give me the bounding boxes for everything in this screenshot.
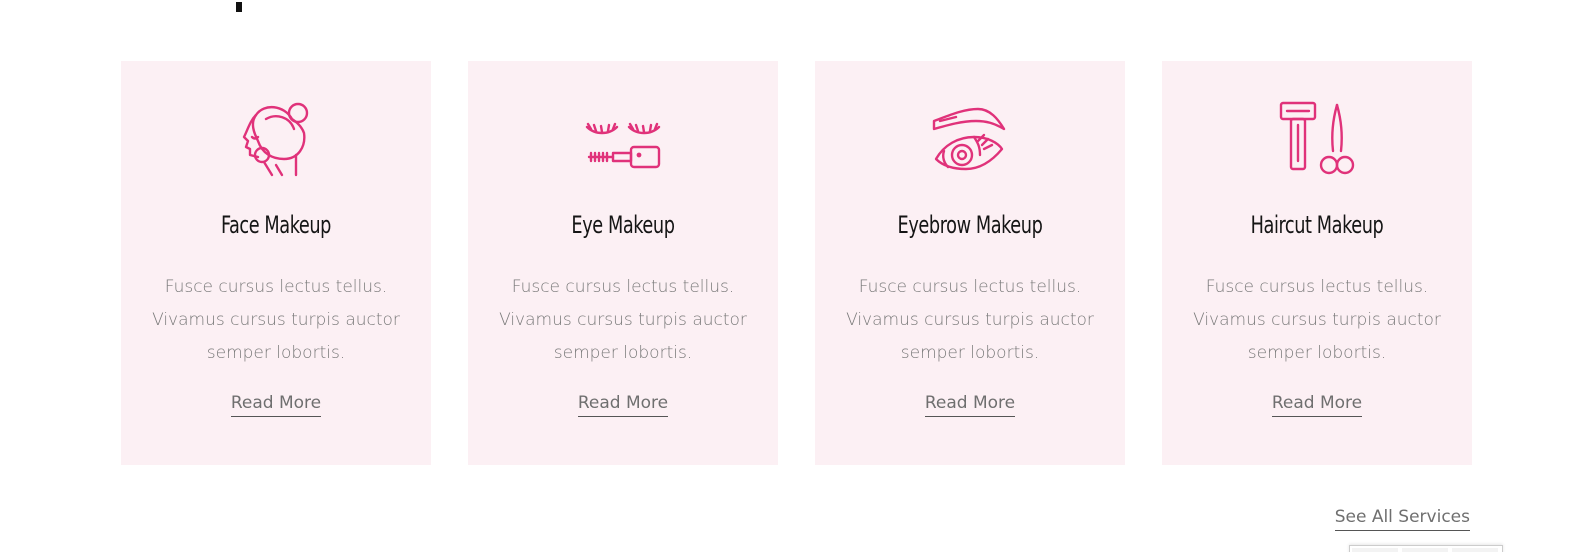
description-line: semper lobortis. xyxy=(206,343,346,363)
see-all-services-link[interactable]: See All Services xyxy=(1334,507,1470,531)
section-title-fragment xyxy=(232,0,256,23)
service-cards: Face Makeup Fusce cursus lectus tellus. … xyxy=(121,61,1472,465)
services-section: Face Makeup Fusce cursus lectus tellus. … xyxy=(0,0,1594,552)
description-line: Fusce cursus lectus tellus. xyxy=(164,277,388,297)
service-card-title: Haircut Makeup xyxy=(1250,211,1384,239)
description-line: Fusce cursus lectus tellus. xyxy=(858,277,1082,297)
service-card-description: Fusce cursus lectus tellus. Vivamus curs… xyxy=(1192,271,1442,370)
service-card-eyebrow-makeup: Eyebrow Makeup Fusce cursus lectus tellu… xyxy=(815,61,1125,465)
description-line: Vivamus cursus turpis auctor xyxy=(846,310,1094,330)
description-line: Vivamus cursus turpis auctor xyxy=(152,310,400,330)
service-card-description: Fusce cursus lectus tellus. Vivamus curs… xyxy=(151,271,401,370)
read-more-link[interactable]: Read More xyxy=(577,393,669,417)
service-card-eye-makeup: Eye Makeup Fusce cursus lectus tellus. V… xyxy=(468,61,778,465)
description-line: semper lobortis. xyxy=(1247,343,1387,363)
floating-widget-edge[interactable] xyxy=(1349,545,1503,552)
widget-segment xyxy=(1402,548,1448,552)
service-card-face-makeup: Face Makeup Fusce cursus lectus tellus. … xyxy=(121,61,431,465)
description-line: Fusce cursus lectus tellus. xyxy=(1205,277,1429,297)
description-line: Vivamus cursus turpis auctor xyxy=(1193,310,1441,330)
service-card-haircut-makeup: Haircut Makeup Fusce cursus lectus tellu… xyxy=(1162,61,1472,465)
widget-segment xyxy=(1352,548,1398,552)
eye-makeup-icon xyxy=(583,99,663,179)
service-card-title: Eye Makeup xyxy=(571,211,675,239)
service-card-title: Face Makeup xyxy=(220,211,332,239)
service-card-description: Fusce cursus lectus tellus. Vivamus curs… xyxy=(498,271,748,370)
service-card-title: Eyebrow Makeup xyxy=(897,211,1043,239)
read-more-link[interactable]: Read More xyxy=(1271,393,1363,417)
read-more-link[interactable]: Read More xyxy=(924,393,1016,417)
face-makeup-icon xyxy=(236,99,316,179)
description-line: Fusce cursus lectus tellus. xyxy=(511,277,735,297)
description-line: semper lobortis. xyxy=(900,343,1040,363)
title-fragment-glyph xyxy=(236,2,242,12)
description-line: semper lobortis. xyxy=(553,343,693,363)
eyebrow-makeup-icon xyxy=(930,99,1010,179)
haircut-makeup-icon xyxy=(1277,99,1357,179)
service-card-description: Fusce cursus lectus tellus. Vivamus curs… xyxy=(845,271,1095,370)
description-line: Vivamus cursus turpis auctor xyxy=(499,310,747,330)
read-more-link[interactable]: Read More xyxy=(230,393,322,417)
widget-segment xyxy=(1452,548,1498,552)
